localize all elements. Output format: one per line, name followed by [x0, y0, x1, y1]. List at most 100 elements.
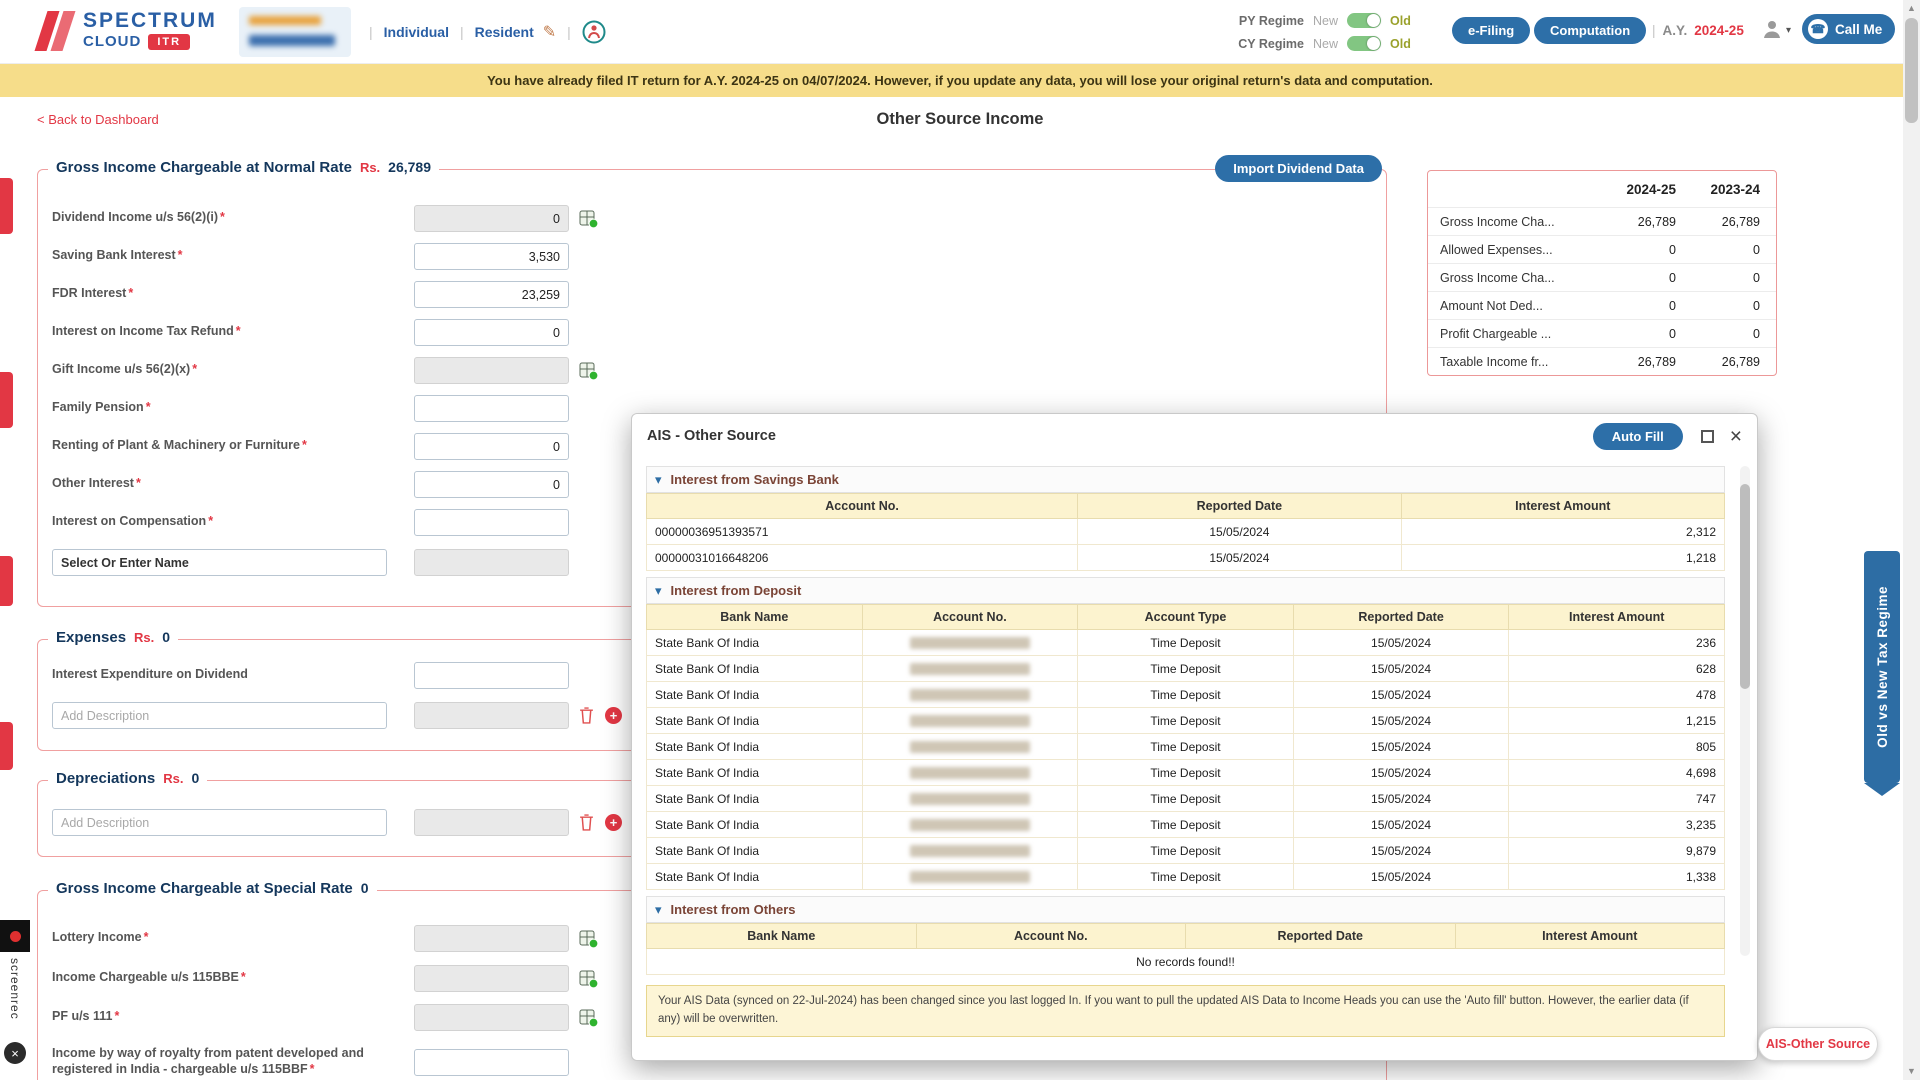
table-row: State Bank Of India Time Deposit 15/05/2…: [647, 708, 1725, 734]
summary-row: Profit Chargeable ... 0 0: [1428, 319, 1776, 347]
family-pension-input[interactable]: [414, 395, 569, 422]
left-panel-tab[interactable]: [0, 556, 13, 606]
field-label: Interest on Income Tax Refund: [52, 324, 241, 340]
redacted-pan: [249, 35, 335, 46]
col-bank-name: Bank Name: [647, 924, 917, 949]
residency-link[interactable]: Resident: [475, 24, 534, 40]
ais-import-icon[interactable]: [579, 969, 599, 989]
others-section-toggle[interactable]: Interest from Others: [646, 896, 1725, 923]
section-total: 0: [162, 629, 170, 645]
modal-scrollbar[interactable]: [1740, 466, 1750, 956]
ais-other-source-float-button[interactable]: AIS-Other Source: [1758, 1027, 1878, 1061]
scroll-down-arrow-icon[interactable]: [1903, 1063, 1920, 1080]
select-or-enter-name-input[interactable]: [52, 549, 387, 576]
form-field-row: Gift Income u/s 56(2)(x): [52, 357, 1372, 385]
edit-pencil-icon[interactable]: [543, 22, 556, 42]
table-row: 00000031016648206 15/05/2024 1,218: [647, 545, 1725, 571]
field-label: Gift Income u/s 56(2)(x): [52, 362, 197, 378]
screenrec-icon[interactable]: [0, 920, 30, 952]
ais-other-source-modal: AIS - Other Source Auto Fill Interest fr…: [631, 413, 1758, 1061]
redacted-user-name: [249, 16, 321, 25]
computation-button[interactable]: Computation: [1534, 17, 1646, 44]
summary-col-2023-24: 2023-24: [1682, 182, 1776, 197]
page-title: Other Source Income: [0, 110, 1920, 129]
import-dividend-data-button[interactable]: Import Dividend Data: [1215, 155, 1382, 182]
table-row: State Bank Of India Time Deposit 15/05/2…: [647, 630, 1725, 656]
ais-import-icon[interactable]: [579, 929, 599, 949]
col-interest-amount: Interest Amount: [1455, 924, 1725, 949]
py-regime-toggle[interactable]: [1347, 13, 1381, 28]
call-me-button[interactable]: Call Me: [1802, 14, 1895, 44]
py-regime-new-label: New: [1313, 14, 1338, 28]
field-label: Lottery Income: [52, 930, 148, 946]
summary-value: 0: [1682, 271, 1776, 285]
tax-refund-interest-input[interactable]: [414, 319, 569, 346]
ay-value[interactable]: 2024-25: [1694, 23, 1744, 38]
left-panel-tab[interactable]: [0, 722, 13, 770]
summary-label: Gross Income Cha...: [1428, 271, 1582, 285]
section-header: Gross Income Chargeable at Normal Rate R…: [48, 159, 439, 176]
col-account-no: Account No.: [862, 605, 1078, 630]
summary-col-2024-25: 2024-25: [1582, 182, 1682, 197]
person-status-icon[interactable]: [582, 20, 606, 44]
section-header: Depreciations Rs. 0: [48, 770, 207, 787]
ais-import-icon[interactable]: [579, 1008, 599, 1028]
redacted-account-number: [910, 793, 1030, 805]
left-panel-tab[interactable]: [0, 178, 13, 234]
profile-type-link[interactable]: Individual: [384, 24, 449, 40]
maximize-icon[interactable]: [1701, 430, 1714, 443]
saving-bank-interest-input[interactable]: [414, 243, 569, 270]
screenrec-close-icon[interactable]: [4, 1042, 26, 1064]
py-regime-row: PY Regime New Old: [1232, 9, 1411, 32]
col-reported-date: Reported Date: [1293, 605, 1509, 630]
expense-description-input[interactable]: [52, 702, 387, 729]
summary-value: 0: [1582, 243, 1682, 257]
no-records-text: No records found!!: [647, 949, 1725, 975]
add-row-icon[interactable]: [605, 707, 622, 724]
delete-row-icon[interactable]: [579, 814, 594, 831]
depreciation-description-input[interactable]: [52, 809, 387, 836]
close-icon[interactable]: [1730, 426, 1742, 447]
interest-expenditure-dividend-input[interactable]: [414, 662, 569, 689]
field-label: Dividend Income u/s 56(2)(i): [52, 210, 225, 226]
empty-table-row: No records found!!: [647, 949, 1725, 975]
delete-row-icon[interactable]: [579, 707, 594, 724]
section-title: Gross Income Chargeable at Normal Rate: [56, 159, 352, 176]
col-interest-amount: Interest Amount: [1401, 494, 1724, 519]
ais-import-icon[interactable]: [579, 209, 599, 229]
cy-regime-toggle[interactable]: [1347, 36, 1381, 51]
profile-links: Individual Resident: [358, 0, 606, 64]
compensation-interest-input[interactable]: [414, 509, 569, 536]
page-scrollbar-thumb[interactable]: [1905, 18, 1918, 123]
auto-fill-button[interactable]: Auto Fill: [1593, 423, 1683, 450]
field-label: Renting of Plant & Machinery or Furnitur…: [52, 438, 307, 454]
add-row-icon[interactable]: [605, 814, 622, 831]
app-header: SPECTRUM CLOUD ITR Individual Resident P…: [0, 0, 1920, 64]
deposit-section-toggle[interactable]: Interest from Deposit: [646, 577, 1725, 604]
ais-import-icon[interactable]: [579, 361, 599, 381]
summary-label: Amount Not Ded...: [1428, 299, 1582, 313]
field-label: PF u/s 111: [52, 1009, 119, 1025]
brand-name: SPECTRUM: [83, 8, 217, 33]
other-interest-input[interactable]: [414, 471, 569, 498]
scroll-up-arrow-icon[interactable]: [1903, 0, 1920, 17]
efiling-button[interactable]: e-Filing: [1452, 17, 1530, 44]
royalty-115bbf-input[interactable]: [414, 1049, 569, 1076]
summary-label: Profit Chargeable ...: [1428, 327, 1582, 341]
modal-scrollbar-thumb[interactable]: [1740, 484, 1750, 689]
savings-bank-section-toggle[interactable]: Interest from Savings Bank: [646, 466, 1725, 493]
chevron-down-icon: [655, 901, 671, 919]
chevron-down-icon: [655, 582, 671, 600]
user-menu[interactable]: [1760, 17, 1791, 41]
field-label: Interest on Compensation: [52, 514, 213, 530]
fdr-interest-input[interactable]: [414, 281, 569, 308]
old-vs-new-regime-tab[interactable]: Old vs New Tax Regime: [1864, 551, 1900, 783]
left-panel-tab[interactable]: [0, 372, 13, 428]
page-scrollbar[interactable]: [1903, 0, 1920, 1080]
summary-value: 26,789: [1582, 355, 1682, 369]
col-account-no: Account No.: [647, 494, 1078, 519]
record-dot-icon: [10, 931, 21, 942]
user-identity-badge[interactable]: [239, 7, 351, 57]
renting-plant-machinery-input[interactable]: [414, 433, 569, 460]
col-reported-date: Reported Date: [1078, 494, 1401, 519]
